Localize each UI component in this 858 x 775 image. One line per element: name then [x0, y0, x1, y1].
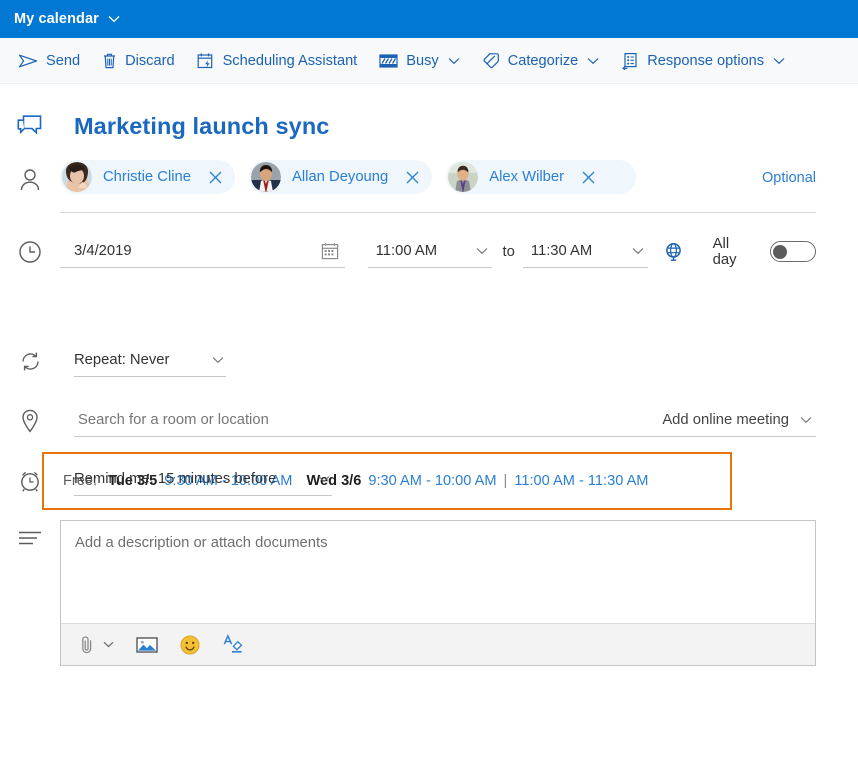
close-icon[interactable] — [578, 167, 598, 187]
attendee-pill[interactable]: Alex Wilber — [446, 160, 637, 194]
location-placeholder: Search for a room or location — [78, 411, 269, 428]
attendee-name: Allan Deyoung — [292, 169, 389, 185]
text-highlight-icon — [222, 634, 243, 655]
send-button[interactable]: Send — [18, 38, 80, 84]
busy-status-button[interactable]: Busy — [379, 38, 460, 84]
close-icon[interactable] — [402, 167, 422, 187]
picture-icon — [136, 636, 158, 654]
chevron-down-icon[interactable] — [108, 15, 120, 23]
repeat-select[interactable]: Repeat: Never — [74, 344, 226, 377]
start-time-value: 11:00 AM — [375, 243, 438, 259]
start-date-input[interactable]: 3/4/2019 — [60, 235, 345, 268]
end-time-value: 11:30 AM — [530, 243, 593, 259]
attendee-name: Alex Wilber — [489, 169, 565, 185]
busy-status-icon — [379, 53, 398, 69]
chevron-down-icon[interactable] — [800, 416, 812, 424]
paperclip-icon — [79, 635, 96, 655]
chevron-down-icon[interactable] — [103, 641, 114, 648]
toggle-knob — [773, 244, 788, 259]
chevron-down-icon[interactable] — [212, 356, 224, 364]
categorize-label: Categorize — [507, 52, 579, 69]
response-options-button[interactable]: Response options — [621, 38, 785, 84]
all-day-label: All day — [712, 235, 737, 268]
location-pin-icon — [0, 407, 60, 434]
to-label: to — [502, 243, 515, 260]
description-row: Add a description or attach documents — [0, 520, 858, 666]
globe-icon[interactable] — [664, 242, 683, 261]
emoji-icon — [180, 635, 200, 655]
event-title-row: Marketing launch sync — [0, 104, 858, 148]
description-toolbar — [61, 623, 815, 665]
end-time-input[interactable]: 11:30 AM — [522, 235, 648, 268]
attendee-name: Christie Cline — [103, 169, 191, 185]
start-time-input[interactable]: 11:00 AM — [367, 235, 493, 268]
close-icon[interactable] — [205, 167, 225, 187]
reminder-select[interactable]: Remind me: 15 minutes before — [74, 463, 332, 496]
insert-picture-button[interactable] — [136, 636, 158, 654]
person-icon — [0, 160, 60, 192]
repeat-row: Repeat: Never — [0, 344, 858, 377]
event-title-field[interactable]: Marketing launch sync — [60, 113, 858, 140]
chevron-down-icon[interactable] — [318, 475, 330, 483]
description-lines-icon — [0, 520, 60, 546]
response-options-icon — [621, 52, 639, 70]
send-icon — [18, 53, 38, 69]
reminder-label: Remind me: 15 minutes before — [74, 471, 277, 487]
optional-link[interactable]: Optional — [762, 170, 816, 186]
chevron-down-icon[interactable] — [476, 247, 488, 255]
chevron-down-icon[interactable] — [448, 57, 460, 65]
event-compose-window: My calendar Send Discard Scheduling Assi… — [0, 0, 858, 775]
repeat-label: Repeat: Never — [74, 352, 170, 368]
avatar — [251, 162, 281, 192]
discard-label: Discard — [125, 52, 175, 69]
tag-icon — [482, 52, 500, 70]
chevron-down-icon[interactable] — [587, 57, 599, 65]
window-title-bar: My calendar — [0, 0, 858, 38]
description-placeholder[interactable]: Add a description or attach documents — [61, 521, 815, 623]
calendar-icon[interactable] — [321, 242, 339, 260]
attendee-pill-list: Christie Cline Allan Deyoung Alex Wilber… — [60, 160, 816, 213]
page-title: Marketing launch sync — [74, 112, 330, 139]
response-options-label: Response options — [647, 52, 765, 69]
attendees-row: Christie Cline Allan Deyoung Alex Wilber… — [0, 160, 858, 213]
attendee-pill[interactable]: Christie Cline — [60, 160, 235, 194]
description-editor[interactable]: Add a description or attach documents — [60, 520, 816, 666]
attach-file-button[interactable] — [79, 635, 114, 655]
scheduling-assistant-button[interactable]: Scheduling Assistant — [197, 38, 358, 84]
scheduling-assistant-icon — [197, 52, 215, 70]
datetime-row: 3/4/2019 11:00 AM to 11:30 AM All day — [0, 235, 858, 268]
command-bar: Send Discard Scheduling Assistant Busy C… — [0, 38, 858, 84]
calendar-name-label: My calendar — [14, 11, 99, 27]
scheduling-assistant-label: Scheduling Assistant — [222, 52, 358, 69]
insert-emoji-button[interactable] — [180, 635, 200, 655]
alarm-clock-icon — [0, 467, 60, 493]
reminder-row: Remind me: 15 minutes before — [0, 463, 858, 496]
add-online-meeting-label: Add online meeting — [662, 411, 789, 428]
repeat-icon — [0, 348, 60, 373]
discard-button[interactable]: Discard — [102, 38, 175, 84]
avatar — [62, 162, 92, 192]
busy-status-label: Busy — [406, 52, 439, 69]
all-day-toggle[interactable] — [770, 241, 816, 262]
location-row: Search for a room or location Add online… — [0, 403, 858, 437]
avatar — [448, 162, 479, 192]
start-date-value: 3/4/2019 — [74, 243, 132, 259]
location-input[interactable]: Search for a room or location Add online… — [74, 403, 816, 437]
attendee-pill[interactable]: Allan Deyoung — [249, 160, 433, 194]
chat-bubbles-icon — [0, 114, 60, 138]
add-online-meeting-button[interactable]: Add online meeting — [662, 412, 816, 428]
send-label: Send — [46, 52, 81, 69]
categorize-button[interactable]: Categorize — [482, 38, 600, 84]
clock-icon — [0, 240, 60, 264]
chevron-down-icon[interactable] — [632, 247, 644, 255]
event-form: Marketing launch sync Christie Cline All… — [0, 104, 858, 666]
chevron-down-icon[interactable] — [773, 57, 785, 65]
trash-icon — [102, 52, 117, 69]
text-highlight-button[interactable] — [222, 634, 243, 655]
